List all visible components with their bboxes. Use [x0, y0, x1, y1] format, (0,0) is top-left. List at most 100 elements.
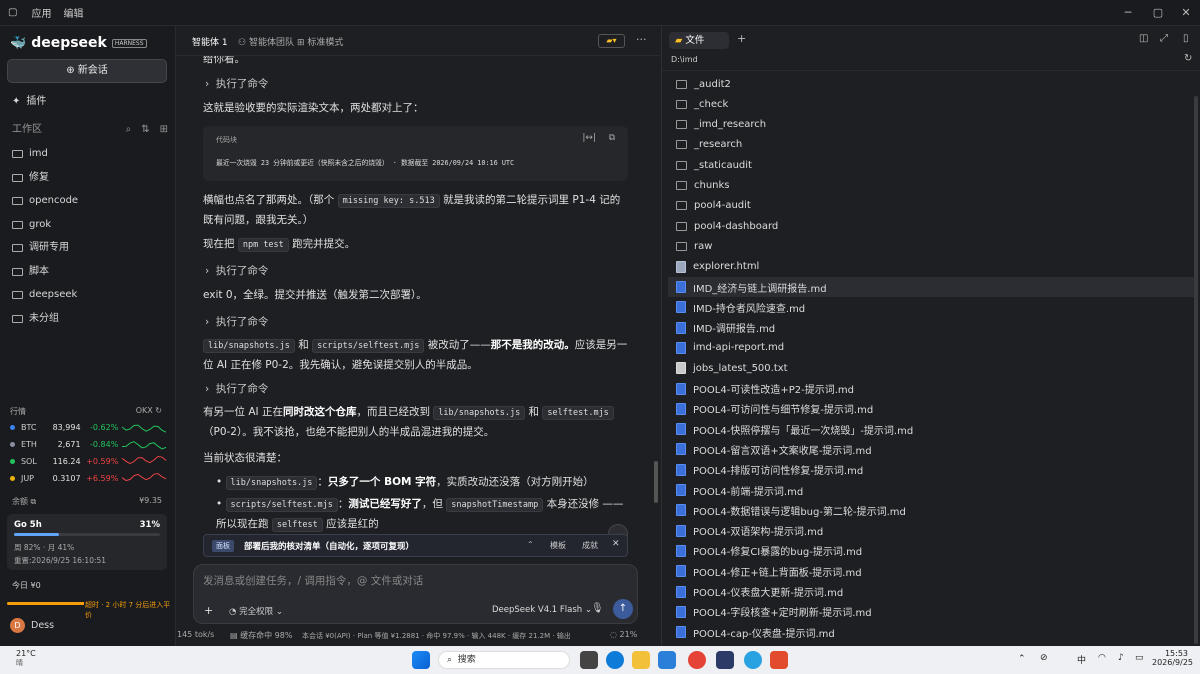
permission-dropdown[interactable]: ◔ 完全权限 ⌄ — [229, 605, 283, 617]
file-item[interactable]: explorer.html — [668, 257, 1194, 277]
checklist-template-button[interactable]: 模板 — [550, 540, 566, 551]
telegram-icon[interactable] — [744, 651, 762, 669]
close-window-button[interactable]: ✕ — [1178, 5, 1194, 21]
chrome-icon[interactable] — [688, 651, 706, 669]
sidebar-folder-item[interactable]: grok — [12, 215, 51, 235]
search-icon[interactable]: ⌕ — [126, 120, 132, 140]
message-input[interactable]: 发消息或创建任务，/ 调用指令，@ 文件或对话 — [203, 573, 423, 588]
file-item[interactable]: _audit2 — [668, 74, 1194, 94]
file-item[interactable]: pool4-dashboard — [668, 216, 1194, 236]
ticker-row[interactable]: ETH 2,671 -0.84% — [10, 436, 168, 453]
taskbar-search[interactable]: ⌕ 搜索 — [438, 651, 570, 669]
battery-icon[interactable]: ▭ — [1135, 653, 1144, 663]
panel-toggle-icon[interactable]: ▯ — [1183, 33, 1189, 44]
exec-command-toggle[interactable]: › 执行了命令 — [205, 314, 268, 329]
sidebar-toggle-icon[interactable]: ▢ — [0, 7, 25, 18]
microphone-icon[interactable]: 🎙 — [591, 603, 604, 614]
file-item[interactable]: chunks — [668, 176, 1194, 196]
file-item[interactable]: POOL4-可访问性与细节修复-提示词.md — [668, 399, 1194, 419]
input-language[interactable]: 中 — [1077, 653, 1086, 666]
checklist-bar[interactable]: 面板 部署后我的核对清单（自动化，逐项可复现） ⌃ 模板 成就 ✕ — [203, 534, 628, 557]
file-item[interactable]: POOL4-排版可访问性修复-提示词.md — [668, 460, 1194, 480]
file-item[interactable]: POOL4-字段核查+定时刷新-提示词.md — [668, 602, 1194, 622]
volume-icon[interactable]: ♪ — [1118, 653, 1124, 663]
file-item[interactable]: POOL4-修复CI暴露的bug-提示词.md — [668, 541, 1194, 561]
ticker-row[interactable]: BTC 83,994 -0.62% — [10, 419, 168, 436]
file-item[interactable]: _research — [668, 135, 1194, 155]
tray-chevron-icon[interactable]: ⌃ — [1018, 654, 1026, 664]
add-attachment-button[interactable]: + — [204, 604, 213, 617]
minimize-button[interactable]: ─ — [1120, 5, 1136, 21]
file-item[interactable]: pool4-audit — [668, 196, 1194, 216]
deepseek-app-icon[interactable] — [716, 651, 734, 669]
file-explorer-icon[interactable] — [632, 651, 650, 669]
file-scrollbar[interactable] — [1194, 96, 1198, 644]
file-item[interactable]: IMD-调研报告.md — [668, 318, 1194, 338]
refresh-icon[interactable]: ↻ — [155, 406, 162, 415]
file-item[interactable]: IMD_经济与链上调研报告.md — [668, 277, 1194, 297]
user-profile[interactable]: D Dess — [10, 618, 54, 633]
task-view-icon[interactable] — [580, 651, 598, 669]
file-item[interactable]: imd-api-report.md — [668, 338, 1194, 358]
sidebar-folder-item[interactable]: 未分组 — [12, 309, 59, 329]
start-menu-icon[interactable] — [412, 651, 430, 669]
copy-icon[interactable]: ⧉ — [609, 133, 615, 143]
plugins-item[interactable]: ✦ 插件 — [12, 92, 46, 112]
file-item[interactable]: _staticaudit — [668, 155, 1194, 175]
exec-command-toggle[interactable]: › 执行了命令 — [205, 263, 268, 278]
file-item[interactable]: POOL4-留言双语+文案收尾-提示词.md — [668, 439, 1194, 459]
file-item[interactable]: raw — [668, 236, 1194, 256]
wifi-icon[interactable]: ◠ — [1098, 653, 1106, 663]
wrap-icon[interactable]: |↔| — [582, 133, 596, 143]
file-item[interactable]: POOL4-可读性改造+P2-提示词.md — [668, 379, 1194, 399]
new-folder-icon[interactable]: ⊞ — [160, 120, 168, 140]
sidebar-folder-item[interactable]: imd — [12, 144, 48, 164]
tab-agent1[interactable]: 智能体 1 — [192, 35, 228, 48]
external-link-icon[interactable]: ⧉ — [31, 497, 37, 506]
menu-app[interactable]: 应用 — [25, 5, 57, 20]
sidebar-folder-item[interactable]: 脚本 — [12, 262, 49, 282]
sort-icon[interactable]: ⇅ — [141, 120, 149, 140]
ticker-row[interactable]: JUP 0.3107 +6.59% — [10, 470, 168, 487]
split-view-icon[interactable]: ◫ — [1139, 33, 1148, 44]
menu-edit[interactable]: 编辑 — [57, 5, 89, 20]
ticker-row[interactable]: SOL 116.24 +0.59% — [10, 453, 168, 470]
tab-files[interactable]: ▰ 文件 — [669, 32, 729, 49]
file-item[interactable]: IMD-持仓者风险速查.md — [668, 297, 1194, 317]
scrollbar[interactable] — [654, 461, 658, 503]
file-item[interactable]: _check — [668, 94, 1194, 114]
sidebar-folder-item[interactable]: deepseek — [12, 285, 77, 305]
weather-widget[interactable]: 21°C 晴 — [16, 649, 36, 668]
wps-icon[interactable] — [770, 651, 788, 669]
file-item[interactable]: POOL4-数据错误与逻辑bug-第二轮-提示词.md — [668, 500, 1194, 520]
file-item[interactable]: POOL4-双语架构-提示词.md — [668, 521, 1194, 541]
add-tab-button[interactable]: + — [737, 32, 746, 45]
model-selector[interactable]: DeepSeek V4.1 Flash ⌄ — [492, 605, 592, 615]
file-item[interactable]: _imd_research — [668, 115, 1194, 135]
sidebar-folder-item[interactable]: 修复 — [12, 168, 49, 188]
file-item[interactable]: jobs_latest_500.txt — [668, 358, 1194, 378]
clock[interactable]: 15:53 2026/9/25 — [1152, 649, 1193, 667]
file-item[interactable]: POOL4-修正+链上背面板-提示词.md — [668, 561, 1194, 581]
sidebar-folder-item[interactable]: opencode — [12, 191, 78, 211]
close-icon[interactable]: ✕ — [612, 539, 620, 549]
folder-dropdown[interactable]: ▰▾ — [598, 34, 625, 48]
file-item[interactable]: POOL4-快照停摆与「最近一次烧毁」-提示词.md — [668, 419, 1194, 439]
exec-command-toggle[interactable]: › 执行了命令 — [205, 381, 268, 396]
tab-standard-mode[interactable]: ⊞ 标准模式 — [297, 35, 343, 48]
tab-agent-team[interactable]: ⚇ 智能体团队 — [238, 35, 294, 48]
new-chat-button[interactable]: ⊕ 新会话 — [7, 59, 167, 83]
file-item[interactable]: POOL4-前端-提示词.md — [668, 480, 1194, 500]
tray-app-icon[interactable]: ⊘ — [1040, 653, 1048, 663]
store-icon[interactable] — [658, 651, 676, 669]
sidebar-folder-item[interactable]: 调研专用 — [12, 238, 69, 258]
refresh-icon[interactable]: ↻ — [1184, 53, 1192, 64]
more-icon[interactable]: ··· — [636, 33, 647, 46]
exec-command-toggle[interactable]: › 执行了命令 — [205, 76, 268, 91]
maximize-button[interactable]: ▢ — [1150, 5, 1166, 21]
file-item[interactable]: POOL4-cap-仪表盘-提示词.md — [668, 622, 1194, 642]
send-button[interactable]: ↑ — [613, 599, 633, 619]
checklist-achievement-button[interactable]: 成就 — [582, 540, 598, 551]
expand-icon[interactable]: ⤢ — [1160, 33, 1168, 44]
chevron-up-icon[interactable]: ⌃ — [527, 540, 534, 549]
